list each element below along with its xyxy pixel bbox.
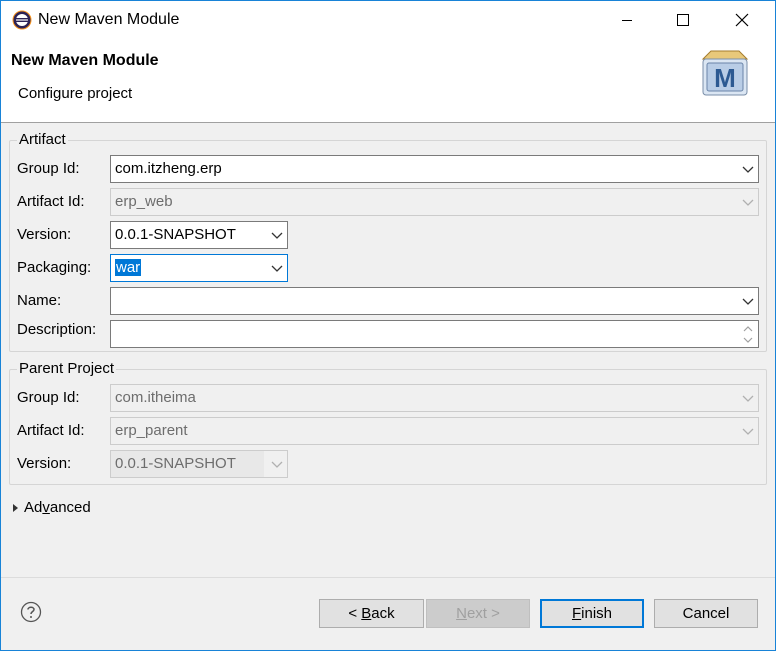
version-label: Version: [17,226,72,243]
parent-artifact-id-label: Artifact Id: [17,422,85,439]
parent-group-id-label: Group Id: [17,389,80,406]
next-button[interactable]: Next > [426,599,530,628]
expand-arrow-icon [13,504,18,512]
chevron-down-icon[interactable] [271,263,283,273]
parent-project-legend: Parent Project [17,360,117,377]
artifact-legend: Artifact [17,131,68,148]
minimize-button[interactable] [599,1,655,39]
maven-banner-icon: M [701,50,749,96]
parent-group-id-combo: com.itheima [110,384,759,412]
window-title: New Maven Module [38,11,180,28]
parent-group-id-value: com.itheima [115,389,196,406]
chevron-down-icon [742,395,754,402]
chevron-down-icon [742,428,754,435]
artifact-id-label: Artifact Id: [17,193,85,210]
wizard-header: New Maven Module Configure project M [1,39,775,123]
parent-artifact-id-value: erp_parent [115,422,188,439]
finish-button[interactable]: Finish [540,599,644,628]
version-value: 0.0.1-SNAPSHOT [115,226,236,243]
chevron-down-icon [271,461,283,468]
name-combo[interactable] [110,287,759,315]
name-label: Name: [17,292,62,309]
close-button[interactable] [714,1,770,39]
scroll-up-icon[interactable] [742,324,754,334]
artifact-id-combo: erp_web [110,188,759,216]
parent-version-value: 0.0.1-SNAPSHOT [115,455,236,472]
back-button[interactable]: < Back [319,599,424,628]
chevron-down-icon[interactable] [742,296,754,306]
group-id-combo[interactable]: com.itzheng.erp [110,155,759,183]
packaging-label: Packaging: [17,259,92,276]
advanced-label: Advanced [24,499,91,516]
eclipse-icon [12,10,32,30]
description-label: Description: [17,321,97,338]
packaging-combo[interactable]: war [110,254,288,282]
group-id-label: Group Id: [17,160,80,177]
version-combo[interactable]: 0.0.1-SNAPSHOT [110,221,288,249]
help-icon[interactable] [20,601,42,623]
scroll-down-icon[interactable] [742,335,754,345]
packaging-value: war [115,259,142,276]
parent-version-label: Version: [17,455,72,472]
chevron-down-icon[interactable] [742,164,754,174]
title-bar: New Maven Module [1,1,775,39]
close-icon [735,13,749,27]
cancel-button[interactable]: Cancel [654,599,758,628]
artifact-id-value: erp_web [115,193,173,210]
maximize-button[interactable] [655,1,711,39]
chevron-down-icon [742,199,754,206]
dialog-window: New Maven Module New Maven Module Config… [0,0,776,651]
parent-artifact-id-combo: erp_parent [110,417,759,445]
description-textarea[interactable] [110,320,759,348]
minimize-icon [622,20,632,21]
maximize-icon [677,14,689,26]
page-title: New Maven Module [11,52,159,69]
footer-separator [1,577,775,578]
group-id-value: com.itzheng.erp [115,160,222,177]
chevron-down-icon[interactable] [271,230,283,240]
parent-version-combo: 0.0.1-SNAPSHOT [110,450,288,478]
banner-letter: M [714,63,736,93]
page-subtitle: Configure project [18,85,133,102]
